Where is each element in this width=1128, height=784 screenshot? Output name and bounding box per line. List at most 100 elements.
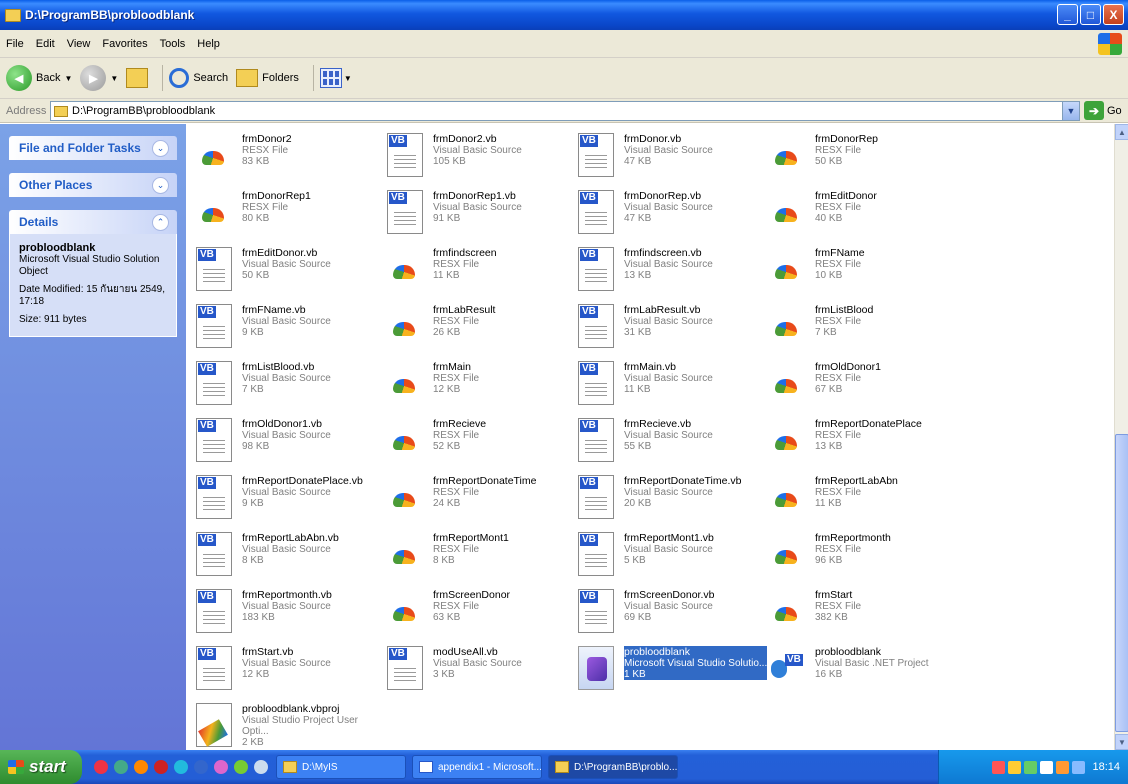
file-item[interactable]: frmReportDonatePlace.vbVisual Basic Sour… <box>196 472 387 529</box>
vb-file-icon <box>196 475 232 519</box>
quick-launch-icon[interactable] <box>134 760 148 774</box>
file-folder-tasks-header[interactable]: File and Folder Tasks ⌄ <box>9 136 177 160</box>
file-type: RESX File <box>815 145 862 156</box>
file-item[interactable]: frmDonorRep.vbVisual Basic Source47 KB <box>578 187 769 244</box>
quick-launch-icon[interactable] <box>214 760 228 774</box>
menu-help[interactable]: Help <box>191 38 226 50</box>
address-input[interactable]: D:\ProgramBB\probloodblank ▼ <box>50 101 1080 121</box>
file-item[interactable]: frmReportDonateTime.vbVisual Basic Sourc… <box>578 472 769 529</box>
file-text: frmScreenDonor.vb Visual Basic Source 69 K… <box>624 589 714 624</box>
file-type: RESX File <box>815 601 862 612</box>
resx-file-icon <box>769 589 805 633</box>
file-item[interactable]: frmfindscreen RESX File 11 KB <box>387 244 578 301</box>
file-item[interactable]: frmLabResult RESX File 26 KB <box>387 301 578 358</box>
taskbar-button-active[interactable]: D:\ProgramBB\problo... <box>548 755 678 779</box>
scroll-thumb[interactable] <box>1115 434 1128 732</box>
file-item[interactable]: frmReportmonth RESX File 96 KB <box>769 529 960 586</box>
taskbar-button[interactable]: appendix1 - Microsoft... <box>412 755 542 779</box>
taskbar-button[interactable]: D:\MyIS <box>276 755 406 779</box>
tray-icon[interactable] <box>992 760 1006 774</box>
file-name: probloodblank.vbproj <box>242 703 340 715</box>
file-item[interactable]: frmStart.vbVisual Basic Source12 KB <box>196 643 387 700</box>
quick-launch-icon[interactable] <box>174 760 188 774</box>
file-item[interactable]: probloodblank.vbproj Visual Studio Projec… <box>196 700 387 750</box>
tray-icon[interactable] <box>1072 760 1086 774</box>
file-item[interactable]: frmReportLabAbn RESX File 11 KB <box>769 472 960 529</box>
quick-launch-icon[interactable] <box>194 760 208 774</box>
expand-icon[interactable]: ⌄ <box>152 139 169 157</box>
quick-launch-icon[interactable] <box>234 760 248 774</box>
file-item[interactable]: frmOldDonor1 RESX File 67 KB <box>769 358 960 415</box>
details-modified: Date Modified: 15 กันยายน 2549, 17:18 <box>19 284 166 307</box>
expand-icon[interactable]: ⌄ <box>152 176 169 194</box>
file-item[interactable]: frmLabResult.vbVisual Basic Source31 KB <box>578 301 769 358</box>
file-item[interactable]: frmListBlood.vbVisual Basic Source7 KB <box>196 358 387 415</box>
file-item[interactable]: frmRecieve.vbVisual Basic Source55 KB <box>578 415 769 472</box>
menu-favorites[interactable]: Favorites <box>96 38 153 50</box>
quick-launch-icon[interactable] <box>94 760 108 774</box>
search-button[interactable]: Search <box>169 68 228 88</box>
file-item[interactable]: frmFName RESX File 10 KB <box>769 244 960 301</box>
collapse-icon[interactable]: ⌃ <box>152 213 169 231</box>
file-item[interactable]: frmDonorRep1.vbVisual Basic Source91 KB <box>387 187 578 244</box>
tray-icon[interactable] <box>1024 760 1038 774</box>
file-item[interactable]: frmRecieve RESX File 52 KB <box>387 415 578 472</box>
menu-view[interactable]: View <box>61 38 97 50</box>
start-button[interactable]: start <box>0 750 82 784</box>
tray-icon[interactable] <box>1040 760 1054 774</box>
quick-launch-icon[interactable] <box>114 760 128 774</box>
tray-icon[interactable] <box>1008 760 1022 774</box>
maximize-button[interactable]: □ <box>1080 4 1101 25</box>
tray-icon[interactable] <box>1056 760 1070 774</box>
folders-button[interactable]: Folders <box>236 69 299 87</box>
file-item[interactable]: frmMain.vbVisual Basic Source11 KB <box>578 358 769 415</box>
file-text: frmEditDonor.vb Visual Basic Source 50 KB <box>242 247 331 282</box>
go-button[interactable]: ➔ Go <box>1084 101 1122 120</box>
address-dropdown-button[interactable]: ▼ <box>1062 102 1079 120</box>
scroll-down-button[interactable]: ▼ <box>1115 734 1128 750</box>
file-item[interactable]: frmScreenDonor.vbVisual Basic Source69 K… <box>578 586 769 643</box>
file-item[interactable]: frmFName.vbVisual Basic Source9 KB <box>196 301 387 358</box>
minimize-button[interactable]: _ <box>1057 4 1078 25</box>
file-item[interactable]: frmEditDonor RESX File 40 KB <box>769 187 960 244</box>
file-item[interactable]: frmListBlood RESX File 7 KB <box>769 301 960 358</box>
file-item[interactable]: frmDonorRep1 RESX File 80 KB <box>196 187 387 244</box>
quick-launch-icon[interactable] <box>154 760 168 774</box>
file-item[interactable]: frmReportDonateTime RESX File 24 KB <box>387 472 578 529</box>
file-item[interactable]: modUseAll.vbVisual Basic Source3 KB <box>387 643 578 700</box>
vb-file-icon <box>578 133 614 177</box>
other-places-header[interactable]: Other Places ⌄ <box>9 173 177 197</box>
details-header[interactable]: Details ⌃ <box>9 210 177 234</box>
file-item[interactable]: frmReportDonatePlace RESX File 13 KB <box>769 415 960 472</box>
views-button[interactable]: ▼ <box>319 68 352 88</box>
file-item[interactable]: frmDonorRep RESX File 50 KB <box>769 130 960 187</box>
file-item[interactable]: frmEditDonor.vbVisual Basic Source50 KB <box>196 244 387 301</box>
file-item[interactable]: frmfindscreen.vbVisual Basic Source13 KB <box>578 244 769 301</box>
file-item[interactable]: probloodblank Microsoft Visual Studio Sol… <box>578 643 769 700</box>
file-item[interactable]: probloodblankVisual Basic .NET Project16… <box>769 643 960 700</box>
menu-tools[interactable]: Tools <box>154 38 192 50</box>
file-item[interactable]: frmReportmonth.vbVisual Basic Source183 … <box>196 586 387 643</box>
file-item[interactable]: frmDonor2 RESX File 83 KB <box>196 130 387 187</box>
resx-file-icon <box>769 304 805 348</box>
file-type: Visual Basic Source <box>242 259 331 270</box>
menu-file[interactable]: File <box>0 38 30 50</box>
file-item[interactable]: frmMain RESX File 12 KB <box>387 358 578 415</box>
close-button[interactable]: X <box>1103 4 1124 25</box>
menu-edit[interactable]: Edit <box>30 38 61 50</box>
file-item[interactable]: frmScreenDonor RESX File 63 KB <box>387 586 578 643</box>
file-item[interactable]: frmReportLabAbn.vbVisual Basic Source8 K… <box>196 529 387 586</box>
vertical-scrollbar[interactable]: ▲ ▼ <box>1114 124 1128 750</box>
forward-button[interactable]: ▶ ▼ <box>80 65 118 91</box>
file-item[interactable]: frmDonor.vbVisual Basic Source47 KB <box>578 130 769 187</box>
file-item[interactable]: frmReportMont1.vbVisual Basic Source5 KB <box>578 529 769 586</box>
file-item[interactable]: frmDonor2.vbVisual Basic Source105 KB <box>387 130 578 187</box>
panel-title: Details <box>19 215 59 229</box>
file-item[interactable]: frmOldDonor1.vbVisual Basic Source98 KB <box>196 415 387 472</box>
quick-launch-icon[interactable] <box>254 760 268 774</box>
scroll-up-button[interactable]: ▲ <box>1115 124 1128 140</box>
up-folder-button[interactable] <box>126 68 149 88</box>
file-item[interactable]: frmStart RESX File 382 KB <box>769 586 960 643</box>
back-button[interactable]: ◀ Back ▼ <box>6 65 72 91</box>
file-item[interactable]: frmReportMont1 RESX File 8 KB <box>387 529 578 586</box>
